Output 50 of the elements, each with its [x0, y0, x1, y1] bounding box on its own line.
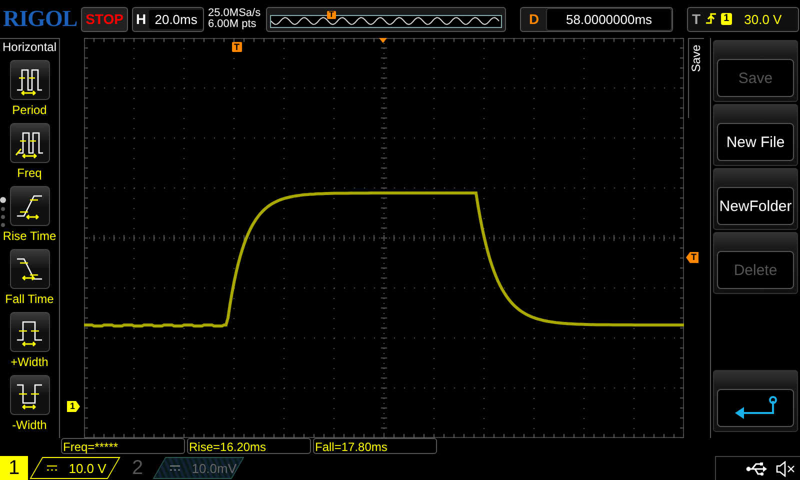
trigger-source: 1	[720, 13, 732, 25]
delay-box[interactable]: D 58.0000000ms	[520, 6, 673, 32]
usb-icon	[746, 462, 768, 476]
delay-value: 58.0000000ms	[546, 8, 672, 30]
measurement-result: Rise=16.20ms	[187, 438, 311, 454]
measure-button[interactable]	[10, 375, 50, 415]
timebase-box[interactable]: H 20.0ms	[132, 6, 204, 32]
dc-coupling-icon	[47, 465, 57, 471]
delay-label: D	[529, 11, 540, 27]
trigger-label: T	[692, 11, 701, 27]
channel-offset-marker: 1	[67, 401, 80, 412]
back-button[interactable]	[717, 389, 794, 427]
trigger-level: 30.0 V	[744, 12, 782, 26]
speaker-muted-icon	[776, 460, 796, 476]
channel-scale: 10.0 V	[69, 460, 107, 476]
measurement-result: Fall=17.80ms	[313, 438, 437, 454]
menu-label: +Width	[10, 355, 48, 369]
dc-coupling-icon	[170, 465, 180, 471]
menu-label: -Width	[12, 418, 47, 432]
trigger-box[interactable]: T 1 30.0 V	[687, 6, 799, 32]
menu-button[interactable]: NewFolder	[717, 187, 794, 225]
channel-scale: 10.0mV	[192, 460, 237, 476]
sample-rate: 25.0MSa/s	[208, 8, 262, 19]
measure-button[interactable]	[10, 186, 50, 226]
menu-label: Rise Time	[2, 229, 56, 243]
trigger-level-marker: T	[686, 252, 698, 263]
brand-logo: RIGOL	[3, 6, 77, 32]
menu-title: Horizontal	[2, 40, 57, 54]
measure-button[interactable]	[10, 60, 50, 100]
measure-button[interactable]	[10, 123, 50, 163]
timebase-label: H	[136, 11, 146, 27]
run-stop-button[interactable]: STOP	[81, 6, 128, 32]
menu-label: Freq	[17, 166, 42, 180]
trigger-position-marker: T	[232, 42, 242, 52]
channel-tag[interactable]: 1 10.0 V	[0, 456, 122, 480]
timebase-value: 20.0ms	[149, 10, 203, 28]
channel-number: 1	[7, 456, 21, 480]
menu-button[interactable]: New File	[717, 123, 794, 161]
channel-number: 2	[131, 456, 144, 480]
menu-title: Save	[688, 38, 704, 118]
rising-edge-icon	[704, 11, 717, 27]
return-arrow-icon	[732, 395, 778, 421]
menu-label: Fall Time	[5, 292, 54, 306]
measure-button[interactable]	[10, 249, 50, 289]
trigger-position-marker: T	[327, 10, 336, 18]
measure-button[interactable]	[10, 312, 50, 352]
memory-depth: 6.00M pts	[208, 19, 258, 30]
center-marker-icon	[379, 38, 387, 43]
menu-label: Period	[12, 103, 47, 117]
measurement-result: Freq=*****	[61, 438, 185, 454]
